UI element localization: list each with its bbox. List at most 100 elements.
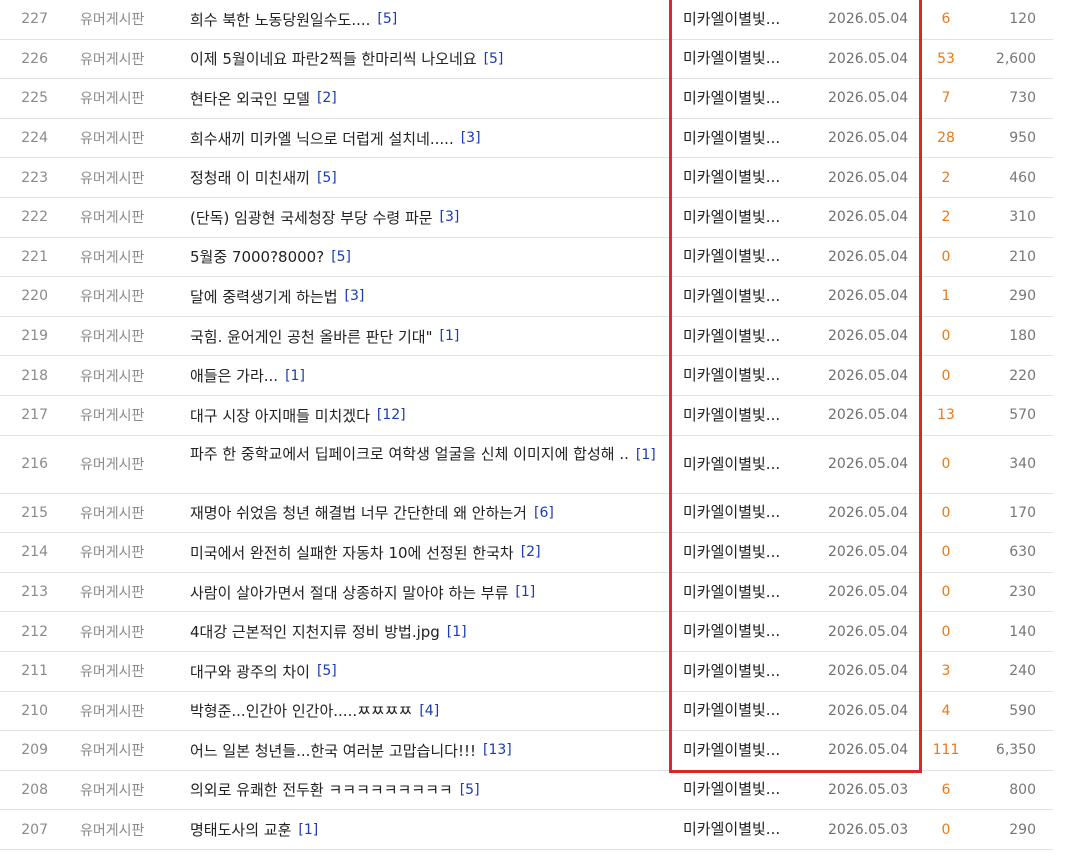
post-author[interactable]: 미카엘이별빛... [683,436,801,493]
post-title-text[interactable]: 5월중 7000?8000? [190,246,324,267]
post-author[interactable]: 미카엘이별빛... [683,317,801,356]
post-title-link[interactable]: 달에 중력생기게 하는법 [3] [190,277,668,316]
post-title-text[interactable]: 정청래 이 미친새끼 [190,167,310,188]
table-row[interactable]: 221 유머게시판 5월중 7000?8000? [5] 미카엘이별빛... 2026.0… [0,238,1053,278]
comment-count[interactable]: [6] [534,505,554,521]
table-row[interactable]: 219 유머게시판 국힘. 윤어게인 공천 올바른 판단 기대" [1] 미카엘이별빛.… [0,317,1053,357]
table-row[interactable]: 209 유머게시판 어느 일본 청년들...한국 여러분 고맙습니다!!! [13] 미… [0,731,1053,771]
post-title-link[interactable]: 이제 5월이네요 파란2찍들 한마리씩 나오네요 [5] [190,40,668,79]
post-category[interactable]: 유머게시판 [80,396,144,435]
post-author[interactable]: 미카엘이별빛... [683,771,801,810]
comment-count[interactable]: [1] [285,368,305,384]
comment-count[interactable]: [1] [515,584,535,600]
post-author[interactable]: 미카엘이별빛... [683,119,801,158]
post-category[interactable]: 유머게시판 [80,731,144,770]
post-category[interactable]: 유머게시판 [80,356,144,395]
post-author[interactable]: 미카엘이별빛... [683,692,801,731]
comment-count[interactable]: [1] [298,822,318,838]
post-title-link[interactable]: 정청래 이 미친새끼 [5] [190,158,668,197]
post-title-text[interactable]: 박형준...인간아 인간아.....ㅉㅉㅉㅉ [190,700,412,721]
comment-count[interactable]: [3] [345,288,365,304]
post-title-link[interactable]: 국힘. 윤어게인 공천 올바른 판단 기대" [1] [190,317,668,356]
post-author[interactable]: 미카엘이별빛... [683,652,801,691]
post-category[interactable]: 유머게시판 [80,612,144,651]
table-row[interactable]: 223 유머게시판 정청래 이 미친새끼 [5] 미카엘이별빛... 2026.05.04… [0,158,1053,198]
post-title-link[interactable]: 명태도사의 교훈 [1] [190,810,668,849]
post-category[interactable]: 유머게시판 [80,692,144,731]
comment-count[interactable]: [3] [461,130,481,146]
comment-count[interactable]: [5] [317,170,337,186]
post-title-text[interactable]: 애들은 가라... [190,365,278,386]
post-title-link[interactable]: (단독) 임광현 국세청장 부당 수령 파문 [3] [190,198,668,237]
comment-count[interactable]: [5] [317,663,337,679]
comment-count[interactable]: [4] [419,703,439,719]
table-row[interactable]: 215 유머게시판 재명아 쉬었음 청년 해결법 너무 간단한데 왜 안하는거 [6]… [0,494,1053,534]
post-author[interactable]: 미카엘이별빛... [683,356,801,395]
table-row[interactable]: 213 유머게시판 사람이 살아가면서 절대 상종하지 말아야 하는 부류 [1] 미카… [0,573,1053,613]
comment-count[interactable]: [5] [331,249,351,265]
post-author[interactable]: 미카엘이별빛... [683,277,801,316]
post-category[interactable]: 유머게시판 [80,119,144,158]
post-author[interactable]: 미카엘이별빛... [683,0,801,39]
post-category[interactable]: 유머게시판 [80,771,144,810]
post-title-link[interactable]: 4대강 근본적인 지천지류 정비 방법.jpg [1] [190,612,668,651]
post-author[interactable]: 미카엘이별빛... [683,396,801,435]
post-title-text[interactable]: 파주 한 중학교에서 딥페이크로 여학생 얼굴을 신체 이미지에 합성해 .. [190,445,629,463]
table-row[interactable]: 222 유머게시판 (단독) 임광현 국세청장 부당 수령 파문 [3] 미카엘이별빛.… [0,198,1053,238]
post-title-link[interactable]: 현타온 외국인 모델 [2] [190,79,668,118]
table-row[interactable]: 227 유머게시판 희수 북한 노동당원일수도.... [5] 미카엘이별빛... 202… [0,0,1053,40]
post-title-text[interactable]: 국힘. 윤어게인 공천 올바른 판단 기대" [190,326,433,347]
post-title-text[interactable]: 미국에서 완전히 실패한 자동차 10에 선정된 한국차 [190,542,514,563]
post-title-text[interactable]: (단독) 임광현 국세청장 부당 수령 파문 [190,207,433,228]
table-row[interactable]: 212 유머게시판 4대강 근본적인 지천지류 정비 방법.jpg [1] 미카엘이별빛… [0,612,1053,652]
post-title-text[interactable]: 사람이 살아가면서 절대 상종하지 말아야 하는 부류 [190,582,508,603]
post-title-link[interactable]: 어느 일본 청년들...한국 여러분 고맙습니다!!! [13] [190,731,668,770]
table-row[interactable]: 224 유머게시판 희수새끼 미카엘 닉으로 더럽게 설치네..... [3] 미카엘이… [0,119,1053,159]
post-author[interactable]: 미카엘이별빛... [683,810,801,849]
post-title-text[interactable]: 의외로 유쾌한 전두환 ㅋㅋㅋㅋㅋㅋㅋㅋㅋ [190,779,453,800]
post-title-text[interactable]: 달에 중력생기게 하는법 [190,286,338,307]
post-title-text[interactable]: 재명아 쉬었음 청년 해결법 너무 간단한데 왜 안하는거 [190,502,527,523]
post-category[interactable]: 유머게시판 [80,238,144,277]
comment-count[interactable]: [5] [460,782,480,798]
comment-count[interactable]: [1] [636,447,656,463]
post-title-text[interactable]: 희수새끼 미카엘 닉으로 더럽게 설치네..... [190,128,454,149]
table-row[interactable]: 225 유머게시판 현타온 외국인 모델 [2] 미카엘이별빛... 2026.05.04… [0,79,1053,119]
post-title-link[interactable]: 의외로 유쾌한 전두환 ㅋㅋㅋㅋㅋㅋㅋㅋㅋ [5] [190,771,668,810]
table-row[interactable]: 216 유머게시판 파주 한 중학교에서 딥페이크로 여학생 얼굴을 신체 이미지에… [0,436,1053,494]
post-category[interactable]: 유머게시판 [80,40,144,79]
post-category[interactable]: 유머게시판 [80,0,144,39]
post-title-link[interactable]: 재명아 쉬었음 청년 해결법 너무 간단한데 왜 안하는거 [6] [190,494,668,533]
post-title-text[interactable]: 현타온 외국인 모델 [190,88,310,109]
post-title-link[interactable]: 미국에서 완전히 실패한 자동차 10에 선정된 한국차 [2] [190,533,668,572]
table-row[interactable]: 208 유머게시판 의외로 유쾌한 전두환 ㅋㅋㅋㅋㅋㅋㅋㅋㅋ [5] 미카엘이별빛..… [0,771,1053,811]
post-author[interactable]: 미카엘이별빛... [683,494,801,533]
post-title-link[interactable]: 파주 한 중학교에서 딥페이크로 여학생 얼굴을 신체 이미지에 합성해 .. [… [174,436,668,501]
table-row[interactable]: 226 유머게시판 이제 5월이네요 파란2찍들 한마리씩 나오네요 [5] 미카엘이별… [0,40,1053,80]
post-author[interactable]: 미카엘이별빛... [683,40,801,79]
table-row[interactable]: 218 유머게시판 애들은 가라... [1] 미카엘이별빛... 2026.05.04 0… [0,356,1053,396]
comment-count[interactable]: [3] [440,209,460,225]
post-title-link[interactable]: 대구와 광주의 차이 [5] [190,652,668,691]
comment-count[interactable]: [12] [377,407,406,423]
post-category[interactable]: 유머게시판 [80,158,144,197]
post-title-link[interactable]: 사람이 살아가면서 절대 상종하지 말아야 하는 부류 [1] [190,573,668,612]
post-category[interactable]: 유머게시판 [80,317,144,356]
post-category[interactable]: 유머게시판 [80,79,144,118]
comment-count[interactable]: [2] [317,90,337,106]
post-category[interactable]: 유머게시판 [80,810,144,849]
post-author[interactable]: 미카엘이별빛... [683,79,801,118]
comment-count[interactable]: [1] [447,624,467,640]
post-title-link[interactable]: 박형준...인간아 인간아.....ㅉㅉㅉㅉ [4] [190,692,668,731]
post-author[interactable]: 미카엘이별빛... [683,198,801,237]
comment-count[interactable]: [13] [483,742,512,758]
post-title-text[interactable]: 어느 일본 청년들...한국 여러분 고맙습니다!!! [190,740,476,761]
post-title-link[interactable]: 희수새끼 미카엘 닉으로 더럽게 설치네..... [3] [190,119,668,158]
table-row[interactable]: 210 유머게시판 박형준...인간아 인간아.....ㅉㅉㅉㅉ [4] 미카엘이별빛.… [0,692,1053,732]
comment-count[interactable]: [1] [440,328,460,344]
post-title-link[interactable]: 5월중 7000?8000? [5] [190,238,668,277]
post-title-link[interactable]: 희수 북한 노동당원일수도.... [5] [190,0,668,39]
post-category[interactable]: 유머게시판 [80,436,144,493]
post-category[interactable]: 유머게시판 [80,652,144,691]
post-author[interactable]: 미카엘이별빛... [683,238,801,277]
